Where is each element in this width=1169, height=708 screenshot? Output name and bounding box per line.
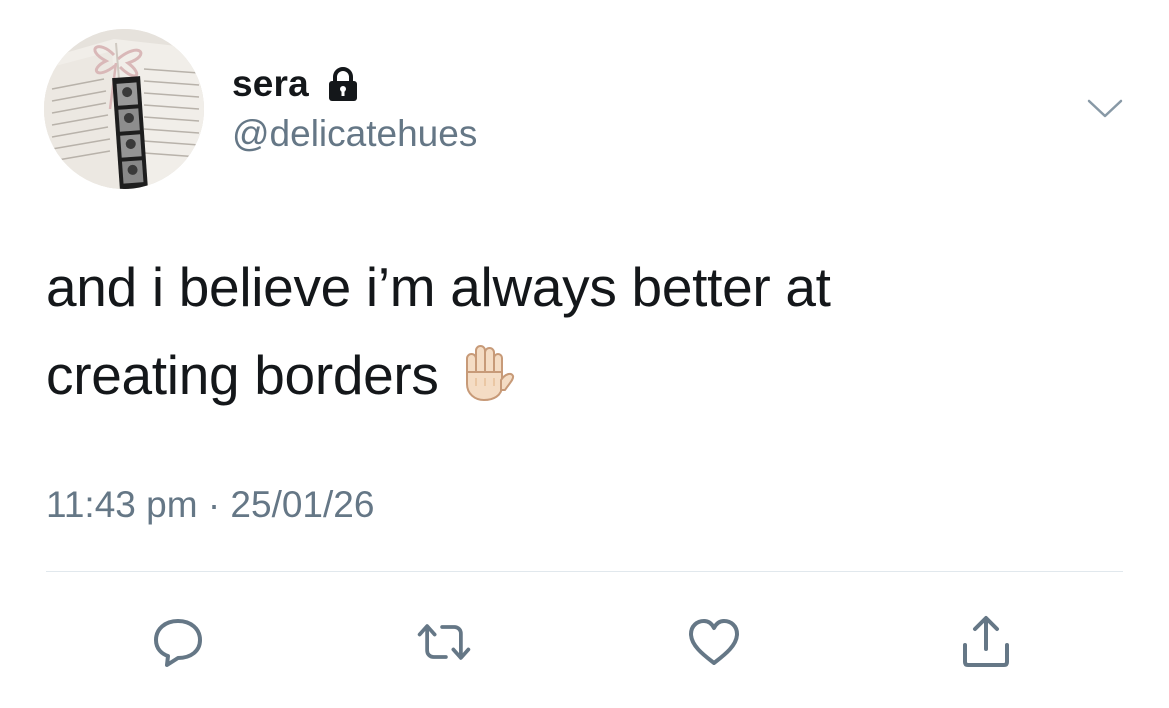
- tweet-timestamp[interactable]: 11:43 pm · 25/01/26: [46, 484, 374, 526]
- reply-icon: [154, 619, 202, 667]
- raised-hand-emoji-icon: [465, 345, 514, 401]
- tweet-time: 11:43 pm: [46, 484, 198, 525]
- chevron-down-icon[interactable]: [1085, 96, 1125, 122]
- share-icon: [963, 616, 1009, 667]
- meta-separator: ·: [207, 484, 221, 525]
- heart-icon: [689, 619, 739, 665]
- tweet-text-content: creating borders: [46, 344, 439, 406]
- share-button[interactable]: [956, 612, 1016, 672]
- retweet-button[interactable]: [414, 612, 474, 672]
- lock-icon: [328, 67, 357, 101]
- author-handle[interactable]: @delicatehues: [232, 113, 477, 155]
- tweet-text-line: and i believe i’m always better at: [46, 256, 831, 318]
- avatar[interactable]: [44, 29, 204, 189]
- like-button[interactable]: [684, 612, 744, 672]
- tweet-text: and i believe i’m always better at creat…: [46, 243, 1046, 419]
- tweet-date: 25/01/26: [230, 484, 375, 525]
- divider: [46, 571, 1123, 572]
- tweet-text-line: creating borders: [46, 331, 1046, 419]
- display-name[interactable]: sera: [232, 63, 309, 105]
- retweet-icon: [417, 624, 471, 660]
- avatar-image: [44, 29, 204, 189]
- reply-button[interactable]: [148, 612, 208, 672]
- author-name-row: sera: [232, 62, 363, 106]
- tweet-card: sera @delicatehues and i believe i’m alw…: [0, 0, 1169, 708]
